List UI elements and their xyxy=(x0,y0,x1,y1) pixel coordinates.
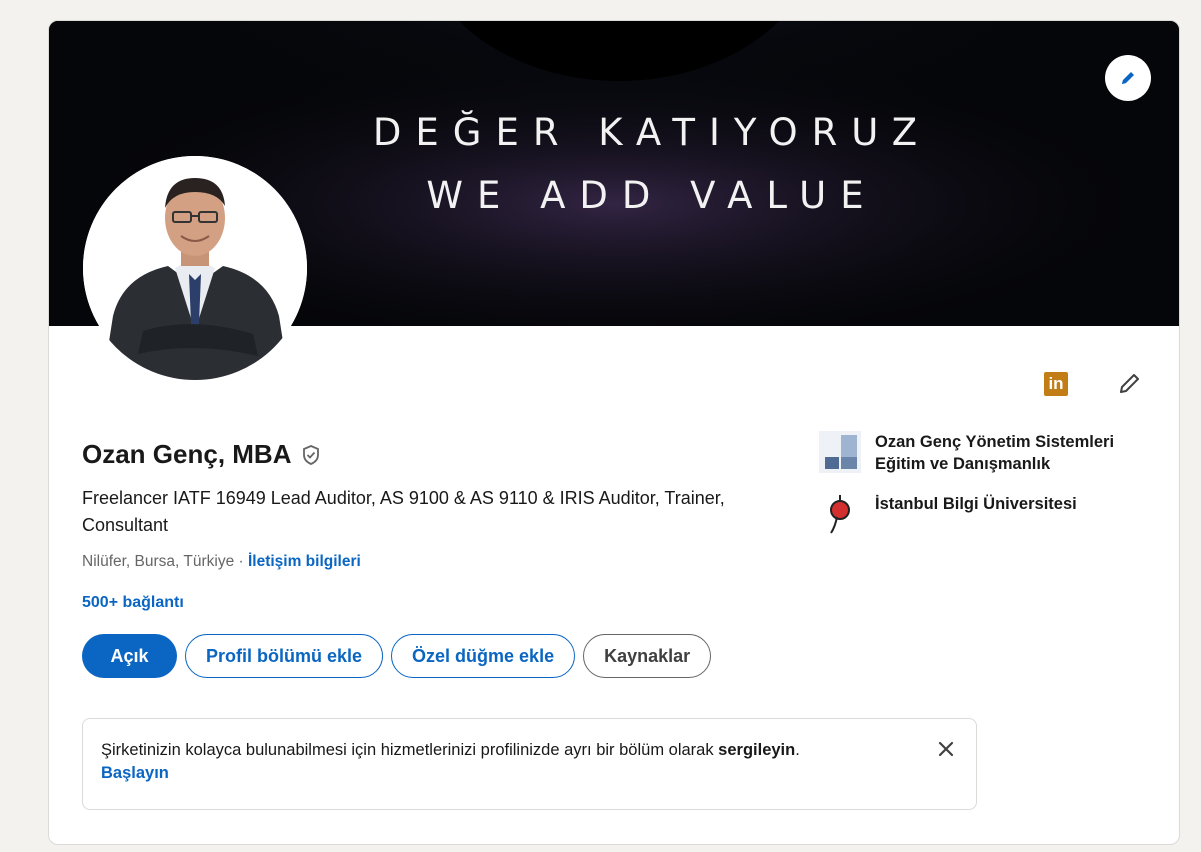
pencil-icon xyxy=(1122,72,1134,84)
edit-banner-button[interactable] xyxy=(1105,55,1151,101)
profile-photo[interactable] xyxy=(83,156,307,380)
profile-name: Ozan Genç, MBA xyxy=(82,439,292,469)
profile-location: Nilüfer, Bursa, Türkiye xyxy=(82,553,235,570)
profile-card: DEĞER KATIYORUZ WE ADD VALUE in Ozan Gen… xyxy=(48,20,1180,845)
company-logo-icon xyxy=(819,431,861,473)
get-started-link[interactable]: Başlayın xyxy=(101,762,924,785)
contact-info-link[interactable]: İletişim bilgileri xyxy=(248,553,361,570)
profile-side-info: Ozan Genç Yönetim Sistemleri Eğitim ve D… xyxy=(819,431,1159,553)
profile-actions: Açık Profil bölümü ekle Özel düğme ekle … xyxy=(82,634,712,678)
school-logo-icon xyxy=(830,495,850,534)
school-name: İstanbul Bilgi Üniversitesi xyxy=(875,495,1077,513)
services-notice: Şirketinizin kolayca bulunabilmesi için … xyxy=(82,718,977,810)
notice-text: Şirketinizin kolayca bulunabilmesi için … xyxy=(101,739,924,762)
connections-link[interactable]: 500+ bağlantı xyxy=(82,594,184,612)
resources-button[interactable]: Kaynaklar xyxy=(583,634,712,678)
dismiss-notice-button[interactable] xyxy=(934,737,958,761)
open-to-button[interactable]: Açık xyxy=(82,634,177,678)
location-separator: · xyxy=(234,553,248,570)
banner-text-line-1: DEĞER KATIYORUZ xyxy=(372,111,932,154)
notice-text-before: Şirketinizin kolayca bulunabilmesi için … xyxy=(101,741,719,759)
profile-headline: Freelancer IATF 16949 Lead Auditor, AS 9… xyxy=(82,488,725,535)
education-school[interactable]: İstanbul Bilgi Üniversitesi xyxy=(819,493,1159,535)
add-custom-button-button[interactable]: Özel düğme ekle xyxy=(391,634,576,678)
current-company[interactable]: Ozan Genç Yönetim Sistemleri Eğitim ve D… xyxy=(819,431,1159,475)
profile-name-row: Ozan Genç, MBA xyxy=(82,439,323,470)
company-name: Ozan Genç Yönetim Sistemleri Eğitim ve D… xyxy=(875,433,1115,473)
add-profile-section-button[interactable]: Profil bölümü ekle xyxy=(185,634,384,678)
avatar xyxy=(83,156,307,380)
edit-intro-button[interactable] xyxy=(1112,367,1146,401)
pencil-icon xyxy=(1120,374,1139,393)
resources-label: Kaynaklar xyxy=(604,645,691,666)
notice-text-bold: sergileyin xyxy=(718,741,796,759)
close-icon xyxy=(938,741,954,757)
profile-location-row: Nilüfer, Bursa, Türkiye · İletişim bilgi… xyxy=(82,553,361,571)
notice-text-after: . xyxy=(795,741,800,759)
linkedin-premium-icon[interactable]: in xyxy=(1044,372,1068,396)
verified-shield-icon[interactable] xyxy=(299,443,323,467)
